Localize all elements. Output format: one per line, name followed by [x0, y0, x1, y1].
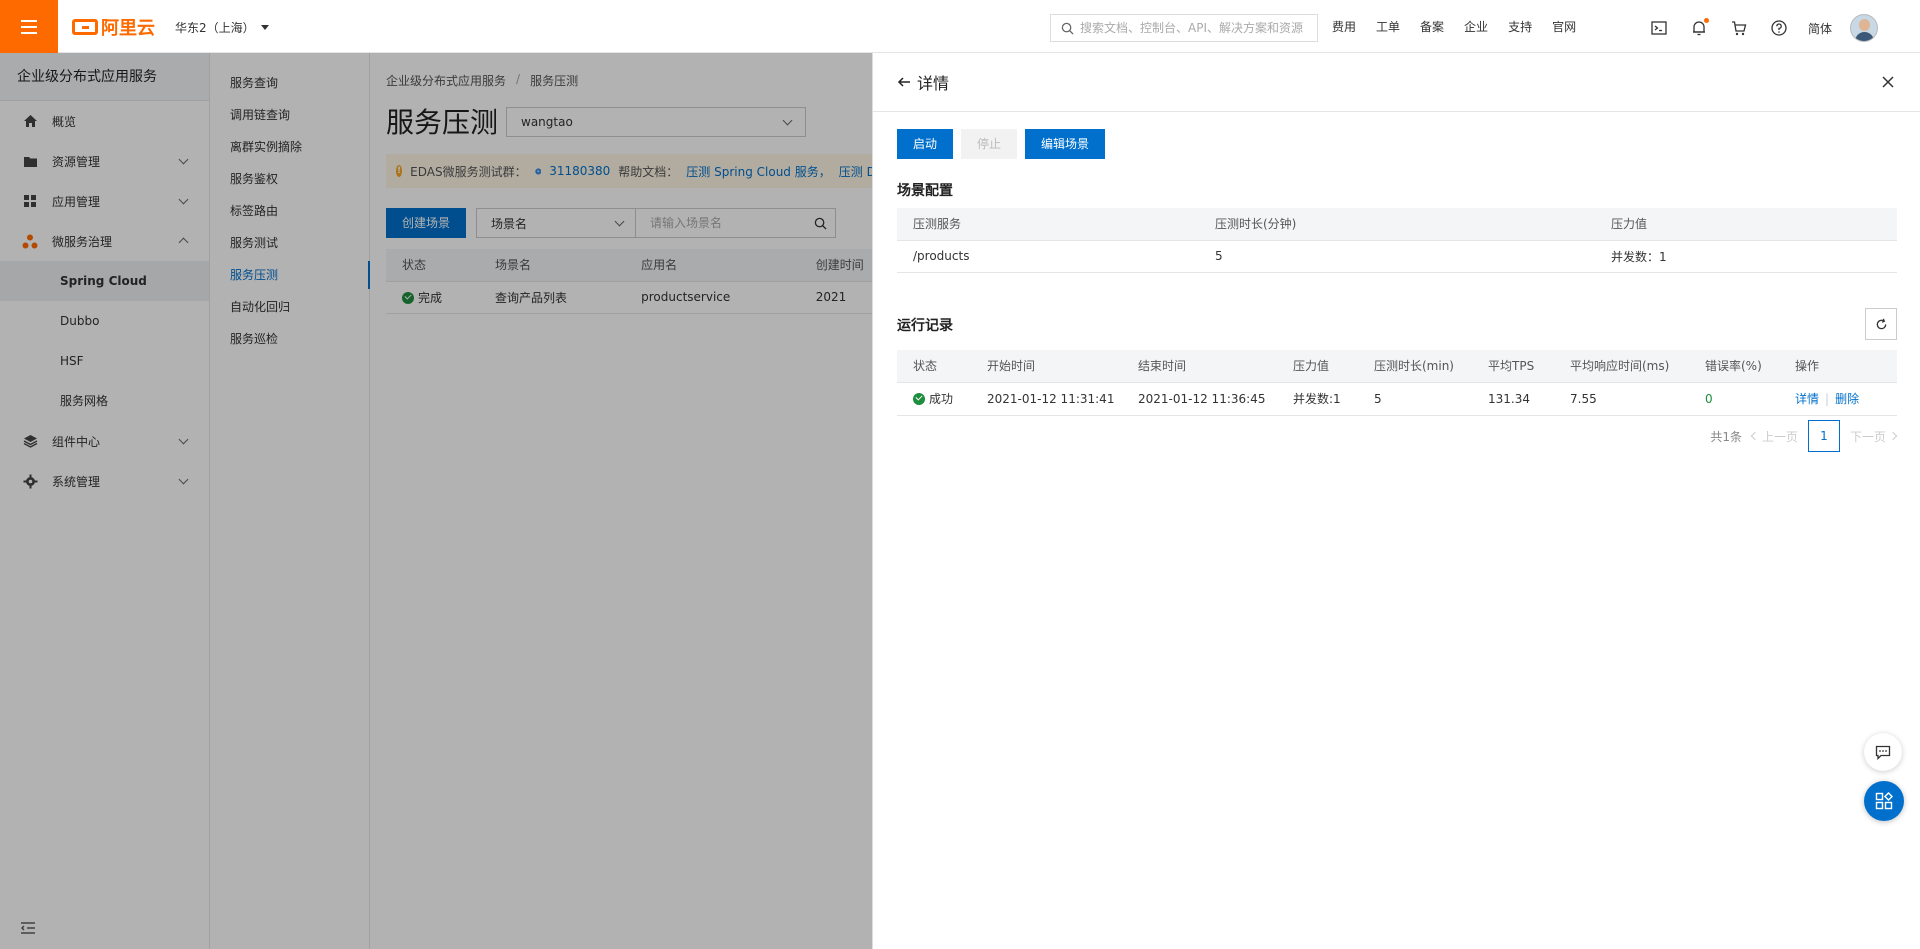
chat-icon: [1875, 745, 1891, 760]
next-page-button[interactable]: 下一页: [1849, 428, 1898, 445]
table-cell-status: 成功: [897, 382, 971, 416]
run-detail-link[interactable]: 详情: [1795, 392, 1819, 406]
table-row: /products 5 并发数：1: [897, 240, 1897, 273]
top-link-billing[interactable]: 费用: [1332, 18, 1356, 35]
back-arrow-icon[interactable]: [897, 75, 911, 89]
table-cell: /products: [897, 240, 1199, 273]
table-cell: 并发数：1: [1595, 240, 1897, 273]
pagination-total: 共1条: [1710, 429, 1742, 444]
table-cell: 2021-01-12 11:31:41: [971, 382, 1122, 416]
menu-icon[interactable]: [0, 0, 58, 53]
status-text: 成功: [929, 392, 954, 406]
notification-dot: [1704, 18, 1709, 23]
refresh-icon: [1876, 318, 1886, 329]
table-cell: 2021-01-12 11:36:45: [1122, 382, 1277, 416]
aliyun-logo[interactable]: 阿里云: [72, 14, 155, 40]
column-header: 错误率(%): [1689, 350, 1779, 383]
search-icon: [1061, 22, 1074, 35]
column-header: 压力值: [1277, 350, 1358, 383]
table-cell: 131.34: [1472, 382, 1554, 416]
logo-mark-icon: [72, 19, 98, 35]
column-header: 开始时间: [971, 350, 1122, 383]
table-header-row: 压测服务 压测时长(分钟) 压力值: [897, 208, 1897, 241]
run-delete-link[interactable]: 删除: [1835, 392, 1859, 406]
table-cell: 并发数:1: [1277, 382, 1358, 416]
prev-page-button[interactable]: 上一页: [1750, 428, 1798, 445]
config-section-title: 场景配置: [897, 183, 953, 199]
help-icon[interactable]: [1768, 17, 1790, 39]
action-divider: |: [1825, 392, 1830, 406]
top-link-official[interactable]: 官网: [1552, 18, 1576, 35]
grid-apps-icon: [1875, 792, 1893, 810]
bell-icon[interactable]: [1688, 17, 1710, 39]
drawer-title: 详情: [917, 74, 950, 93]
modal-overlay[interactable]: [0, 53, 872, 949]
caret-down-icon: [260, 25, 269, 30]
quick-apps-button[interactable]: [1864, 781, 1904, 821]
close-icon[interactable]: [1880, 74, 1896, 90]
drawer-actions: 启动 停止 编辑场景: [897, 129, 1106, 159]
drawer-header: 详情: [873, 53, 1920, 112]
page-number-current[interactable]: 1: [1807, 420, 1840, 452]
stop-button[interactable]: 停止: [961, 129, 1018, 159]
logo-text: 阿里云: [101, 18, 155, 39]
top-link-ticket[interactable]: 工单: [1376, 18, 1400, 35]
detail-drawer: 详情 启动 停止 编辑场景 场景配置 压测服务 压测时长(分钟) 压力值 /pr…: [872, 53, 1920, 949]
runs-table: 状态 开始时间 结束时间 压力值 压测时长(min) 平均TPS 平均响应时间(…: [897, 350, 1897, 416]
table-cell-error-rate: 0: [1689, 382, 1779, 416]
feedback-chat-button[interactable]: [1864, 733, 1902, 771]
column-header: 压测服务: [897, 208, 1199, 241]
column-header: 压测时长(min): [1358, 350, 1472, 383]
top-bar: 阿里云 华东2（上海） 费用 工单 备案 企业 支持 官网 简体: [0, 0, 1920, 53]
config-table: 压测服务 压测时长(分钟) 压力值 /products 5 并发数：1: [897, 208, 1897, 273]
region-selector[interactable]: 华东2（上海）: [175, 19, 269, 36]
table-cell: 5: [1199, 240, 1595, 273]
global-search[interactable]: [1050, 14, 1318, 42]
column-header: 操作: [1779, 350, 1897, 383]
top-icons: 简体: [1648, 14, 1879, 42]
next-page-label: 下一页: [1849, 429, 1886, 444]
column-header: 状态: [897, 350, 971, 383]
column-header: 平均TPS: [1472, 350, 1554, 383]
refresh-button[interactable]: [1865, 308, 1897, 340]
column-header: 平均响应时间(ms): [1554, 350, 1689, 383]
chevron-left-icon: [1750, 431, 1760, 441]
chevron-right-icon: [1888, 431, 1898, 441]
top-link-icp[interactable]: 备案: [1420, 18, 1444, 35]
language-switch[interactable]: 简体: [1808, 20, 1832, 37]
success-icon: [913, 393, 925, 405]
avatar[interactable]: [1850, 14, 1879, 42]
terminal-icon[interactable]: [1648, 17, 1670, 39]
top-link-enterprise[interactable]: 企业: [1464, 18, 1488, 35]
top-link-support[interactable]: 支持: [1508, 18, 1532, 35]
runs-section-title: 运行记录: [897, 318, 953, 334]
cart-icon[interactable]: [1728, 17, 1750, 39]
column-header: 压测时长(分钟): [1199, 208, 1595, 241]
region-label: 华东2（上海）: [175, 21, 255, 35]
table-cell-actions: 详情 | 删除: [1779, 382, 1897, 416]
table-row: 成功 2021-01-12 11:31:41 2021-01-12 11:36:…: [897, 382, 1897, 416]
table-cell: 7.55: [1554, 382, 1689, 416]
top-links: 费用 工单 备案 企业 支持 官网: [1332, 18, 1576, 35]
global-search-input[interactable]: [1080, 21, 1310, 35]
pagination: 共1条 上一页 1 下一页: [1710, 420, 1898, 452]
table-cell: 5: [1358, 382, 1472, 416]
column-header: 压力值: [1595, 208, 1897, 241]
table-header-row: 状态 开始时间 结束时间 压力值 压测时长(min) 平均TPS 平均响应时间(…: [897, 350, 1897, 383]
edit-scene-button[interactable]: 编辑场景: [1025, 129, 1106, 159]
column-header: 结束时间: [1122, 350, 1277, 383]
prev-page-label: 上一页: [1761, 429, 1798, 444]
start-button[interactable]: 启动: [897, 129, 954, 159]
